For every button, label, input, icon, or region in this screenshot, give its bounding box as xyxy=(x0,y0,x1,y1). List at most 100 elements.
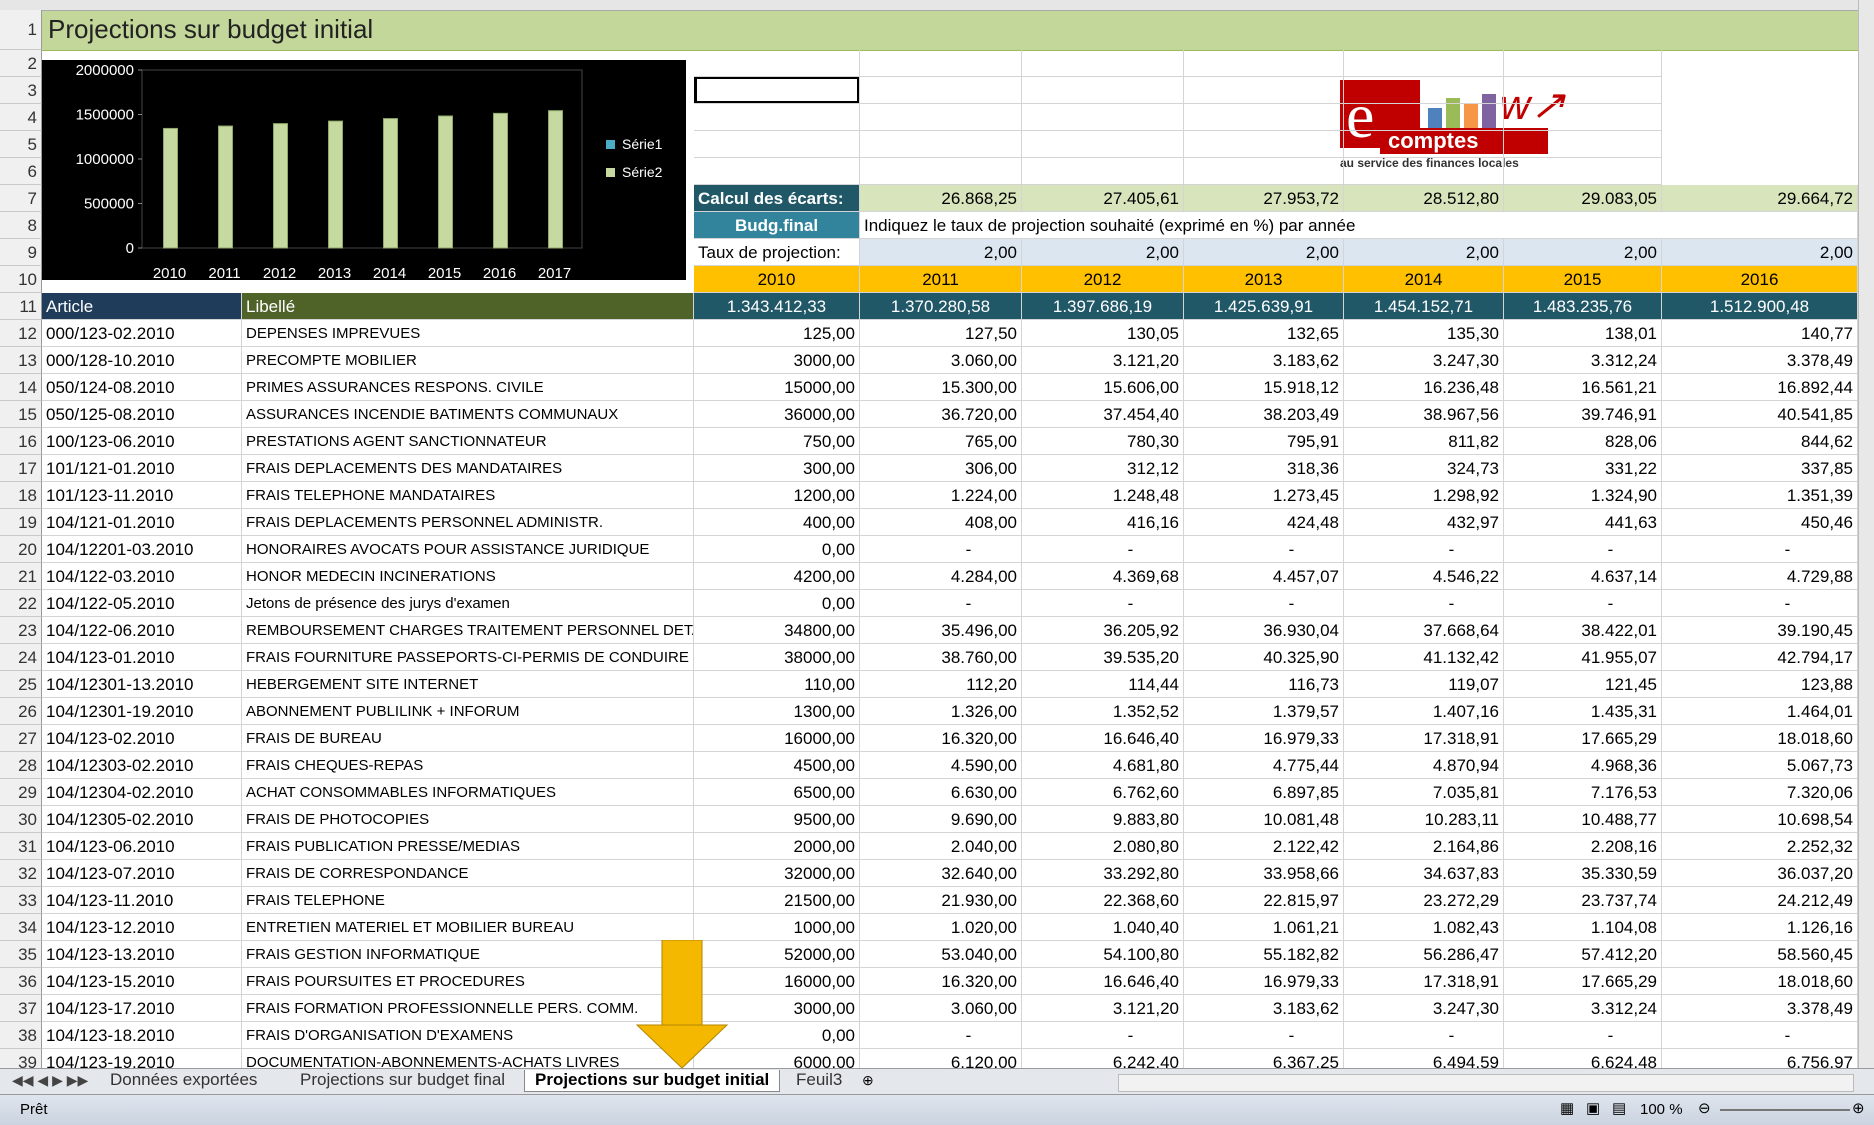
row-header[interactable]: 2 xyxy=(0,50,42,77)
grid-cell[interactable] xyxy=(1184,104,1344,131)
value-cell[interactable]: 10.698,54 xyxy=(1662,806,1858,833)
value-cell[interactable]: 6.630,00 xyxy=(860,779,1022,806)
value-cell[interactable]: 4.369,68 xyxy=(1022,563,1184,590)
value-cell[interactable]: 38.760,00 xyxy=(860,644,1022,671)
value-cell[interactable]: 1.379,57 xyxy=(1184,698,1344,725)
value-cell[interactable]: 424,48 xyxy=(1184,509,1344,536)
value-cell[interactable]: - xyxy=(1504,1022,1662,1049)
value-cell[interactable]: 36.037,20 xyxy=(1662,860,1858,887)
value-cell[interactable]: 2.122,42 xyxy=(1184,833,1344,860)
tab-projections-budget-final[interactable]: Projections sur budget final xyxy=(290,1070,515,1092)
grid-cell[interactable] xyxy=(1184,131,1344,158)
value-cell[interactable]: 40.541,85 xyxy=(1662,401,1858,428)
row-header[interactable]: 1 xyxy=(0,10,42,50)
value-cell[interactable]: 16.236,48 xyxy=(1344,374,1504,401)
value-cell[interactable]: 4.968,36 xyxy=(1504,752,1662,779)
libelle-cell[interactable]: FRAIS GESTION INFORMATIQUE xyxy=(242,941,694,968)
value-cell[interactable]: 3000,00 xyxy=(694,347,860,374)
value-cell[interactable]: 2.080,80 xyxy=(1022,833,1184,860)
row-header[interactable]: 34 xyxy=(0,914,42,941)
value-cell[interactable]: 4.590,00 xyxy=(860,752,1022,779)
value-cell[interactable]: 7.176,53 xyxy=(1504,779,1662,806)
value-cell[interactable]: 4.546,22 xyxy=(1344,563,1504,590)
value-cell[interactable]: 2.040,00 xyxy=(860,833,1022,860)
grid-cell[interactable] xyxy=(1344,104,1504,131)
value-cell[interactable]: - xyxy=(1184,536,1344,563)
article-cell[interactable]: 101/123-11.2010 xyxy=(42,482,242,509)
grid-cell[interactable] xyxy=(1022,131,1184,158)
row-header[interactable]: 37 xyxy=(0,995,42,1022)
row-header[interactable]: 11 xyxy=(0,293,42,320)
value-cell[interactable]: 0,00 xyxy=(694,590,860,617)
row-header[interactable]: 35 xyxy=(0,941,42,968)
value-cell[interactable]: 408,00 xyxy=(860,509,1022,536)
value-cell[interactable]: 18.018,60 xyxy=(1662,968,1858,995)
libelle-cell[interactable]: ACHAT CONSOMMABLES INFORMATIQUES xyxy=(242,779,694,806)
value-cell[interactable]: 16.646,40 xyxy=(1022,725,1184,752)
article-cell[interactable]: 050/124-08.2010 xyxy=(42,374,242,401)
value-cell[interactable]: 35.496,00 xyxy=(860,617,1022,644)
value-cell[interactable]: - xyxy=(1662,590,1858,617)
value-cell[interactable]: 15.918,12 xyxy=(1184,374,1344,401)
grid-cell[interactable] xyxy=(1022,77,1184,104)
value-cell[interactable]: 4.284,00 xyxy=(860,563,1022,590)
libelle-cell[interactable]: FRAIS DEPLACEMENTS PERSONNEL ADMINISTR. xyxy=(242,509,694,536)
grid-cell[interactable] xyxy=(1184,50,1344,77)
value-cell[interactable]: 16.320,00 xyxy=(860,968,1022,995)
value-cell[interactable]: 6.897,85 xyxy=(1184,779,1344,806)
taux-input[interactable]: 2,00 xyxy=(1184,239,1344,266)
value-cell[interactable]: 10.081,48 xyxy=(1184,806,1344,833)
libelle-cell[interactable]: FRAIS FORMATION PROFESSIONNELLE PERS. CO… xyxy=(242,995,694,1022)
libelle-cell[interactable]: PRESTATIONS AGENT SANCTIONNATEUR xyxy=(242,428,694,455)
vertical-scrollbar[interactable] xyxy=(1858,0,1874,1080)
view-normal-icon[interactable]: ▦ xyxy=(1560,1099,1574,1117)
grid-cell[interactable] xyxy=(1504,158,1662,185)
value-cell[interactable]: 2.164,86 xyxy=(1344,833,1504,860)
libelle-cell[interactable]: FRAIS POURSUITES ET PROCEDURES xyxy=(242,968,694,995)
taux-input[interactable]: 2,00 xyxy=(860,239,1022,266)
value-cell[interactable]: 2.252,32 xyxy=(1662,833,1858,860)
value-cell[interactable]: 0,00 xyxy=(694,536,860,563)
libelle-cell[interactable]: FRAIS CHEQUES-REPAS xyxy=(242,752,694,779)
value-cell[interactable]: 138,01 xyxy=(1504,320,1662,347)
row-header[interactable]: 7 xyxy=(0,185,42,212)
article-cell[interactable]: 104/123-01.2010 xyxy=(42,644,242,671)
article-cell[interactable]: 104/123-11.2010 xyxy=(42,887,242,914)
value-cell[interactable]: 1000,00 xyxy=(694,914,860,941)
value-cell[interactable]: 3.247,30 xyxy=(1344,995,1504,1022)
article-cell[interactable]: 104/12304-02.2010 xyxy=(42,779,242,806)
value-cell[interactable]: 119,07 xyxy=(1344,671,1504,698)
grid-cell[interactable] xyxy=(694,158,860,185)
value-cell[interactable]: 16000,00 xyxy=(694,725,860,752)
value-cell[interactable]: 38000,00 xyxy=(694,644,860,671)
libelle-cell[interactable]: FRAIS TELEPHONE MANDATAIRES xyxy=(242,482,694,509)
value-cell[interactable]: 3.312,24 xyxy=(1504,347,1662,374)
value-cell[interactable]: 765,00 xyxy=(860,428,1022,455)
chart[interactable]: 2000000 1500000 1000000 500000 0 2010 2011 2012… xyxy=(42,60,686,282)
value-cell[interactable]: 1.104,08 xyxy=(1504,914,1662,941)
article-cell[interactable]: 104/121-01.2010 xyxy=(42,509,242,536)
value-cell[interactable]: - xyxy=(1022,536,1184,563)
value-cell[interactable]: 54.100,80 xyxy=(1022,941,1184,968)
value-cell[interactable]: 3.183,62 xyxy=(1184,347,1344,374)
value-cell[interactable]: - xyxy=(1344,536,1504,563)
value-cell[interactable]: 112,20 xyxy=(860,671,1022,698)
grid-cell[interactable] xyxy=(1344,77,1504,104)
grid-cell[interactable] xyxy=(1504,50,1662,77)
grid-cell[interactable] xyxy=(1344,131,1504,158)
grid-cell[interactable] xyxy=(860,50,1022,77)
article-cell[interactable]: 050/125-08.2010 xyxy=(42,401,242,428)
value-cell[interactable]: - xyxy=(860,1022,1022,1049)
grid-cell[interactable] xyxy=(1504,104,1662,131)
value-cell[interactable]: 17.318,91 xyxy=(1344,725,1504,752)
value-cell[interactable]: 5.067,73 xyxy=(1662,752,1858,779)
grid-cell[interactable] xyxy=(1022,50,1184,77)
grid-cell[interactable] xyxy=(694,131,860,158)
row-header[interactable]: 8 xyxy=(0,212,42,239)
value-cell[interactable]: 4.870,94 xyxy=(1344,752,1504,779)
value-cell[interactable]: 39.746,91 xyxy=(1504,401,1662,428)
value-cell[interactable]: 18.018,60 xyxy=(1662,725,1858,752)
value-cell[interactable]: 811,82 xyxy=(1344,428,1504,455)
taux-input[interactable]: 2,00 xyxy=(1344,239,1504,266)
article-cell[interactable]: 104/122-06.2010 xyxy=(42,617,242,644)
